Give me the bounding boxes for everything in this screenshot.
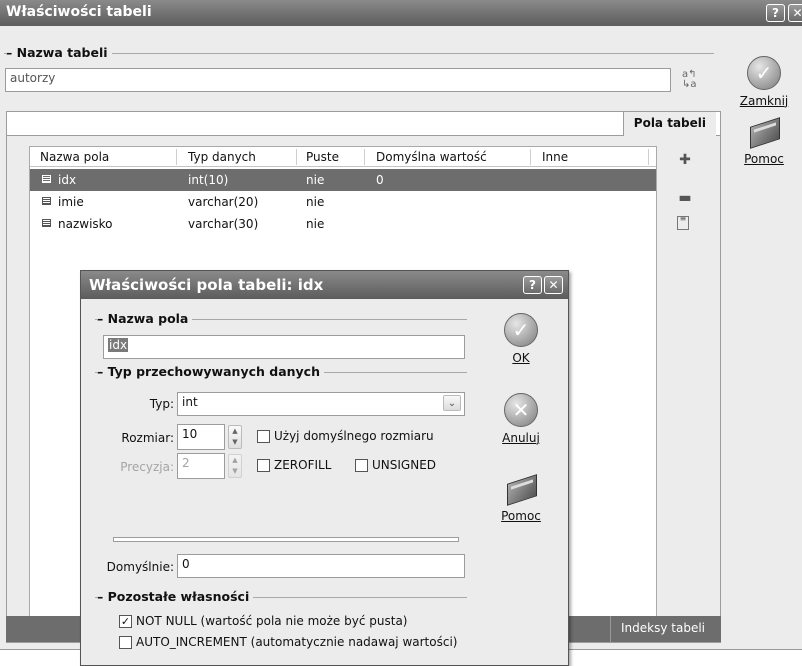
table-row[interactable]: nazwisko varchar(30) nie (30, 213, 656, 235)
use-default-size-checkbox[interactable]: Użyj domyślnego rozmiaru (257, 429, 434, 443)
dialog-close-title-button[interactable]: ✕ (544, 276, 563, 294)
rename-swap-icon[interactable]: a↰ ↳a (682, 70, 704, 92)
precision-spinner[interactable]: ▲ ▼ (228, 454, 242, 478)
unsigned-checkbox[interactable]: UNSIGNED (355, 458, 436, 472)
field-properties-dialog: Właściwości pola tabeli: idx ? ✕ – Nazwa… (80, 270, 569, 666)
help-title-button[interactable]: ? (766, 4, 785, 22)
precision-input[interactable]: 2 (177, 453, 225, 479)
spin-up-icon[interactable]: ▲ (229, 455, 241, 466)
field-name-value: idx (108, 338, 129, 352)
not-null-label: NOT NULL (wartość pola nie może być pust… (136, 614, 408, 628)
precision-label: Precyzja: (120, 460, 174, 474)
checkbox-box[interactable] (257, 458, 270, 472)
not-null-checkbox[interactable]: ✓ NOT NULL (wartość pola nie może być pus… (119, 614, 407, 628)
row-name: imie (58, 195, 84, 209)
add-field-icon[interactable]: ✚ (677, 152, 693, 168)
field-icon (42, 175, 51, 183)
table-row[interactable]: idx int(10) nie 0 (30, 169, 656, 191)
window-titlebar[interactable]: Właściwości tabeli ? ✕ (0, 0, 802, 26)
dialog-titlebar[interactable]: Właściwości pola tabeli: idx ? ✕ (81, 271, 568, 299)
default-label: Domyślnie: (106, 560, 174, 574)
book-icon (746, 118, 782, 148)
checkbox-box[interactable] (119, 635, 132, 649)
column-header-name[interactable]: Nazwa pola (40, 150, 109, 164)
other-group-label: – Pozostałe własności (97, 589, 254, 604)
row-type: int(10) (188, 173, 229, 187)
spin-down-icon[interactable]: ▼ (229, 437, 241, 448)
column-header-other[interactable]: Inne (542, 150, 568, 164)
field-name-group-label: – Nazwa pola (97, 311, 193, 326)
table-name-group-label: – Nazwa tabeli (6, 45, 112, 60)
ok-button-label: OK (512, 351, 530, 365)
edit-field-icon[interactable]: ≡ (677, 215, 689, 230)
remove-field-icon[interactable]: ▬ (677, 190, 693, 206)
table-row[interactable]: imie varchar(20) nie (30, 191, 656, 213)
row-name: nazwisko (58, 217, 113, 231)
tab-header: Pola tabeli (7, 112, 720, 136)
checkmark-icon: ✓ (504, 313, 538, 347)
table-name-input[interactable]: autorzy (5, 68, 671, 92)
field-icon (42, 197, 51, 205)
size-slider-track[interactable] (113, 537, 459, 542)
auto-increment-checkbox[interactable]: AUTO_INCREMENT (automatycznie nadawaj wa… (119, 635, 457, 649)
help-button[interactable]: Pomoc (729, 118, 799, 166)
size-spinner[interactable]: ▲ ▼ (228, 425, 242, 449)
column-header-null[interactable]: Puste (306, 150, 339, 164)
dialog-help-title-button[interactable]: ? (523, 276, 542, 294)
type-select-value: int (182, 395, 198, 409)
type-select[interactable]: int ⌄ (177, 392, 465, 416)
zerofill-checkbox[interactable]: ZEROFILL (257, 458, 331, 472)
field-name-input[interactable]: idx (103, 335, 465, 359)
dialog-help-button-label: Pomoc (501, 509, 541, 523)
default-value-input[interactable]: 0 (177, 554, 465, 578)
row-default: 0 (376, 173, 384, 187)
tab-table-indexes[interactable]: Indeksy tabeli (610, 616, 715, 642)
row-null: nie (306, 195, 325, 209)
dialog-title: Właściwości pola tabeli: idx (89, 276, 324, 294)
use-default-size-label: Użyj domyślnego rozmiaru (274, 429, 434, 443)
unsigned-label: UNSIGNED (372, 458, 437, 472)
checkmark-icon: ✓ (747, 56, 781, 90)
size-label: Rozmiar: (121, 431, 174, 445)
row-name: idx (58, 173, 77, 187)
close-button-label: Zamknij (739, 94, 789, 108)
checkbox-box[interactable]: ✓ (119, 614, 132, 628)
row-type: varchar(20) (188, 195, 259, 209)
field-icon (42, 219, 51, 227)
checkbox-box[interactable] (257, 429, 270, 443)
column-header-default[interactable]: Domyślna wartość (376, 150, 487, 164)
row-null: nie (306, 173, 325, 187)
close-button[interactable]: ✓ Zamknij (729, 56, 799, 108)
help-button-label: Pomoc (744, 152, 784, 166)
cancel-button-label: Anuluj (502, 431, 540, 445)
column-header-type[interactable]: Typ danych (188, 150, 256, 164)
close-title-button[interactable]: ✕ (788, 4, 802, 22)
row-null: nie (306, 217, 325, 231)
row-type: varchar(30) (188, 217, 259, 231)
spin-up-icon[interactable]: ▲ (229, 426, 241, 437)
tab-table-fields[interactable]: Pola tabeli (622, 112, 716, 136)
window-title: Właściwości tabeli (6, 4, 152, 20)
zerofill-label: ZEROFILL (274, 458, 332, 472)
type-label: Typ: (149, 397, 174, 411)
type-group-label: – Typ przechowywanych danych (97, 364, 324, 379)
book-icon (503, 475, 539, 505)
fields-list-header: Nazwa pola Typ danych Puste Domyślna war… (30, 147, 656, 167)
size-input[interactable]: 10 (177, 424, 225, 450)
checkbox-box[interactable] (355, 458, 368, 472)
close-x-icon: ✕ (504, 393, 538, 427)
ok-button[interactable]: ✓ OK (486, 313, 556, 365)
cancel-button[interactable]: ✕ Anuluj (486, 393, 556, 445)
spin-down-icon[interactable]: ▼ (229, 466, 241, 477)
auto-increment-label: AUTO_INCREMENT (automatycznie nadawaj wa… (136, 635, 458, 649)
chevron-down-icon[interactable]: ⌄ (443, 395, 461, 411)
dialog-help-button[interactable]: Pomoc (486, 475, 556, 523)
